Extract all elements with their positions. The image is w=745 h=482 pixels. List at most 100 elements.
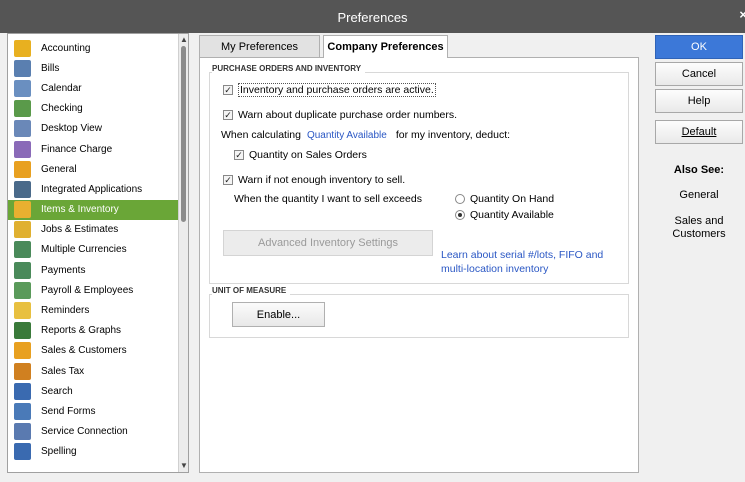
- sidebar-item-payments[interactable]: Payments: [8, 260, 180, 280]
- inventory-active-checkbox[interactable]: ✓: [223, 85, 233, 95]
- advanced-inventory-settings-button[interactable]: Advanced Inventory Settings: [223, 230, 433, 256]
- also-see-sales-line2[interactable]: Customers: [655, 228, 743, 240]
- sidebar-item-items-inventory[interactable]: Items & Inventory: [8, 199, 180, 220]
- calc-prefix-text: When calculating: [221, 129, 301, 141]
- sidebar-item-integrated-applications[interactable]: Integrated Applications: [8, 179, 180, 199]
- radio-available-button[interactable]: [455, 210, 465, 220]
- sidebar-item-service-connection[interactable]: Service Connection: [8, 422, 180, 442]
- category-icon: [14, 362, 31, 380]
- category-icon: [14, 423, 31, 441]
- category-label: Sales Tax: [41, 365, 85, 377]
- sidebar-item-accounting[interactable]: Accounting: [8, 38, 180, 58]
- scroll-up-icon[interactable]: ▲: [180, 36, 188, 44]
- category-icon: [14, 59, 31, 77]
- sidebar-item-reminders[interactable]: Reminders: [8, 300, 180, 320]
- category-icon: [14, 281, 31, 299]
- radio-on-hand-button[interactable]: [455, 194, 465, 204]
- inventory-active-option[interactable]: ✓ Inventory and purchase orders are acti…: [223, 83, 436, 97]
- default-button[interactable]: Default: [655, 120, 743, 144]
- category-icon: [14, 39, 31, 57]
- category-label: Service Connection: [41, 426, 128, 438]
- category-label: Items & Inventory: [41, 204, 119, 216]
- category-icon: [14, 322, 31, 340]
- category-icon: [14, 140, 31, 158]
- inventory-active-label: Inventory and purchase orders are active…: [238, 83, 436, 97]
- sidebar-item-multiple-currencies[interactable]: Multiple Currencies: [8, 240, 180, 260]
- sidebar-item-desktop-view[interactable]: Desktop View: [8, 119, 180, 139]
- category-label: Reminders: [41, 305, 90, 317]
- category-label: General: [41, 163, 77, 175]
- sidebar-item-reports-graphs[interactable]: Reports & Graphs: [8, 321, 180, 341]
- category-icon: [14, 221, 31, 239]
- sidebar-item-sales-customers[interactable]: Sales & Customers: [8, 341, 180, 361]
- tab-company-preferences-label: Company Preferences: [327, 41, 444, 53]
- tab-my-preferences[interactable]: My Preferences: [199, 35, 320, 57]
- category-list: Accounting Bills Calendar Checking Desktop V…: [7, 33, 189, 473]
- warn-duplicate-checkbox[interactable]: ✓: [223, 110, 233, 120]
- radio-on-hand-label: Quantity On Hand: [470, 193, 555, 205]
- sidebar-item-finance-charge[interactable]: Finance Charge: [8, 139, 180, 159]
- quantity-available-link[interactable]: Quantity Available: [307, 130, 387, 141]
- help-button[interactable]: Help: [655, 89, 743, 113]
- warn-duplicate-option[interactable]: ✓ Warn about duplicate purchase order nu…: [223, 109, 457, 121]
- category-icon: [14, 79, 31, 97]
- exceeds-text: When the quantity I want to sell exceeds: [234, 193, 422, 205]
- sidebar-item-bills[interactable]: Bills: [8, 58, 180, 78]
- scrollbar-thumb[interactable]: [181, 46, 186, 222]
- sidebar-item-payroll-employees[interactable]: Payroll & Employees: [8, 280, 180, 300]
- radio-quantity-on-hand[interactable]: Quantity On Hand: [455, 193, 554, 205]
- category-items: Accounting Bills Calendar Checking Desktop V…: [8, 38, 180, 462]
- category-icon: [14, 402, 31, 420]
- category-label: Desktop View: [41, 123, 102, 135]
- radio-available-label: Quantity Available: [470, 209, 554, 221]
- cancel-button[interactable]: Cancel: [655, 62, 743, 86]
- title-bar: Preferences ×: [0, 0, 745, 33]
- learn-serial-link-line2[interactable]: multi-location inventory: [441, 263, 548, 275]
- sidebar-item-checking[interactable]: Checking: [8, 99, 180, 119]
- qty-sales-orders-label: Quantity on Sales Orders: [249, 149, 367, 161]
- tab-my-preferences-label: My Preferences: [220, 40, 299, 53]
- tab-company-preferences[interactable]: Company Preferences: [323, 35, 448, 58]
- preferences-panel: PURCHASE ORDERS AND INVENTORY ✓ Inventor…: [199, 57, 639, 473]
- category-scrollbar[interactable]: ▲ ▼: [178, 34, 188, 472]
- category-icon: [14, 120, 31, 138]
- scroll-down-icon[interactable]: ▼: [180, 462, 188, 470]
- category-label: Reports & Graphs: [41, 325, 122, 337]
- category-icon: [14, 180, 31, 198]
- category-icon: [14, 382, 31, 400]
- category-icon: [14, 261, 31, 279]
- sidebar-item-general[interactable]: General: [8, 159, 180, 179]
- radio-quantity-available[interactable]: Quantity Available: [455, 209, 554, 221]
- category-label: Send Forms: [41, 405, 96, 417]
- category-label: Jobs & Estimates: [41, 224, 119, 236]
- qty-sales-orders-checkbox[interactable]: ✓: [234, 150, 244, 160]
- warn-not-enough-option[interactable]: ✓ Warn if not enough inventory to sell.: [223, 174, 405, 186]
- category-icon: [14, 302, 31, 320]
- also-see-general-link[interactable]: General: [655, 189, 743, 201]
- also-see-sales-line1[interactable]: Sales and: [655, 215, 743, 227]
- category-label: Payments: [41, 264, 86, 276]
- default-button-label: Default: [681, 126, 717, 138]
- sidebar-item-jobs-estimates[interactable]: Jobs & Estimates: [8, 220, 180, 240]
- category-icon: [14, 241, 31, 259]
- sidebar-item-search[interactable]: Search: [8, 381, 180, 401]
- sidebar-item-spelling[interactable]: Spelling: [8, 442, 180, 462]
- sidebar-item-sales-tax[interactable]: Sales Tax: [8, 361, 180, 381]
- sidebar-item-send-forms[interactable]: Send Forms: [8, 401, 180, 421]
- learn-serial-link-line1[interactable]: Learn about serial #/lots, FIFO and: [441, 249, 603, 261]
- sidebar-item-calendar[interactable]: Calendar: [8, 78, 180, 98]
- category-label: Search: [41, 385, 73, 397]
- close-icon[interactable]: ×: [739, 7, 745, 22]
- warn-not-enough-label: Warn if not enough inventory to sell.: [238, 174, 406, 186]
- category-label: Finance Charge: [41, 143, 113, 155]
- category-icon: [14, 342, 31, 360]
- qty-sales-orders-option[interactable]: ✓ Quantity on Sales Orders: [234, 149, 367, 161]
- category-label: Sales & Customers: [41, 345, 127, 357]
- category-icon: [14, 100, 31, 118]
- category-icon: [14, 160, 31, 178]
- warn-not-enough-checkbox[interactable]: ✓: [223, 175, 233, 185]
- calc-suffix-text: for my inventory, deduct:: [395, 129, 511, 141]
- ok-button[interactable]: OK: [655, 35, 743, 59]
- enable-uom-button[interactable]: Enable...: [232, 302, 325, 327]
- calc-deduct-line: When calculating Quantity Available for …: [221, 129, 510, 141]
